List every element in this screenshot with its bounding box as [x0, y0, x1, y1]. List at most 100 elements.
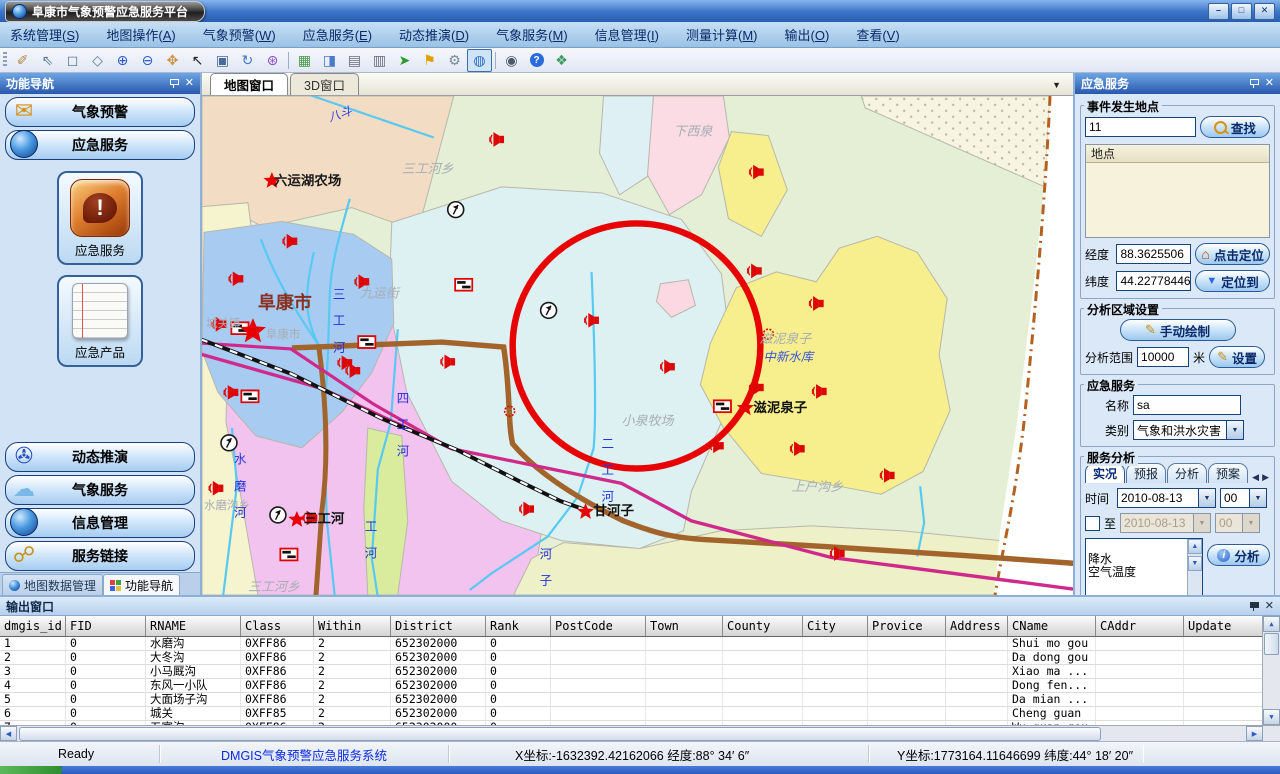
- column-header-FID[interactable]: FID: [66, 616, 146, 636]
- column-header-City[interactable]: City: [803, 616, 868, 636]
- menu-item-a[interactable]: 地图操作(A): [106, 25, 175, 44]
- nav-button-bottom-3[interactable]: ☍服务链接: [5, 541, 195, 571]
- tool-button-1[interactable]: 应急产品: [57, 275, 143, 367]
- pin-icon[interactable]: [1249, 602, 1258, 611]
- scroll-thumb[interactable]: [19, 727, 1101, 741]
- table-row[interactable]: 30小马厩沟0XFF8626523020000Xiao ma ...: [0, 665, 1262, 679]
- column-header-dmgis_id[interactable]: dmgis_id: [0, 616, 66, 636]
- location-search-input[interactable]: 11: [1085, 117, 1196, 137]
- table-header-row[interactable]: dmgis_idFIDRNAMEClassWithinDistrictRankP…: [0, 616, 1262, 637]
- measure-icon[interactable]: ✐: [10, 49, 35, 72]
- export-image-icon[interactable]: ◨: [317, 49, 342, 72]
- nav-button-0[interactable]: ✉气象预警: [5, 97, 195, 127]
- select-rect-icon[interactable]: ◻: [60, 49, 85, 72]
- type-select[interactable]: 气象和洪水灾害 ▼: [1133, 420, 1244, 440]
- table-row[interactable]: 60城关0XFF8526523020000Cheng guan: [0, 707, 1262, 721]
- scene-icon[interactable]: ❖: [549, 49, 574, 72]
- list-scrollbar[interactable]: ▲ ▼: [1187, 539, 1202, 595]
- menu-item-m[interactable]: 气象服务(M): [496, 25, 568, 44]
- menu-item-m[interactable]: 测量计算(M): [686, 25, 758, 44]
- left-tab-0[interactable]: 地图数据管理: [2, 574, 103, 595]
- column-header-District[interactable]: District: [391, 616, 486, 636]
- column-header-CAddr[interactable]: CAddr: [1096, 616, 1184, 636]
- map-tab-0[interactable]: 地图窗口: [210, 73, 288, 95]
- settings-icon[interactable]: ⚙: [442, 49, 467, 72]
- element-list[interactable]: 降水空气温度 ▲ ▼: [1085, 538, 1203, 595]
- analysis-tab-2[interactable]: 分析: [1167, 463, 1207, 483]
- map-icon[interactable]: ▦: [292, 49, 317, 72]
- pan-icon[interactable]: ✥: [160, 49, 185, 72]
- dropdown-arrow-icon[interactable]: ▼: [1249, 488, 1267, 508]
- start-button-fragment[interactable]: [0, 766, 62, 774]
- refresh-icon[interactable]: ↻: [235, 49, 260, 72]
- analysis-tab-0[interactable]: 实况: [1085, 463, 1125, 483]
- close-icon[interactable]: ✕: [1265, 79, 1274, 88]
- print-preview-icon[interactable]: ▥: [367, 49, 392, 72]
- dropdown-arrow-icon[interactable]: ▼: [1198, 488, 1216, 508]
- zoom-out-icon[interactable]: ⊖: [135, 49, 160, 72]
- column-header-Within[interactable]: Within: [314, 616, 391, 636]
- manual-draw-button[interactable]: ✎ 手动绘制: [1120, 319, 1236, 341]
- minimize-button[interactable]: –: [1208, 3, 1229, 20]
- column-header-Town[interactable]: Town: [646, 616, 723, 636]
- menu-item-e[interactable]: 应急服务(E): [303, 25, 372, 44]
- horizontal-scrollbar[interactable]: ◀ ▶: [0, 725, 1280, 741]
- nav-button-bottom-2[interactable]: 信息管理: [5, 508, 195, 538]
- column-header-CName[interactable]: CName: [1008, 616, 1096, 636]
- select-point-icon[interactable]: ⇖: [35, 49, 60, 72]
- hour-select[interactable]: 00 ▼: [1220, 488, 1267, 508]
- longitude-input[interactable]: 88.3625506: [1116, 244, 1191, 264]
- latitude-input[interactable]: 44.22778446: [1116, 271, 1191, 291]
- menu-item-o[interactable]: 输出(O): [785, 25, 830, 44]
- menu-item-i[interactable]: 信息管理(I): [595, 25, 659, 44]
- nav-button-bottom-0[interactable]: ✇动态推演: [5, 442, 195, 472]
- close-icon[interactable]: ✕: [185, 79, 194, 88]
- range-input[interactable]: 10000: [1137, 347, 1189, 367]
- nav-button-1[interactable]: 应急服务: [5, 130, 195, 160]
- table-row[interactable]: 50大面场子沟0XFF8626523020000Da mian ...: [0, 693, 1262, 707]
- menu-item-d[interactable]: 动态推演(D): [399, 25, 469, 44]
- table-row[interactable]: 10水磨沟0XFF8626523020000Shui mo gou: [0, 637, 1262, 651]
- zoom-in-icon[interactable]: ⊕: [110, 49, 135, 72]
- column-header-Rank[interactable]: Rank: [486, 616, 551, 636]
- pick-icon[interactable]: ➤: [392, 49, 417, 72]
- table-row[interactable]: 40东风一小队0XFF8626523020000Dong fen...: [0, 679, 1262, 693]
- column-header-County[interactable]: County: [723, 616, 803, 636]
- left-tab-1[interactable]: 功能导航: [103, 574, 180, 595]
- analysis-tab-1[interactable]: 预报: [1126, 463, 1166, 483]
- vertical-scrollbar[interactable]: ▲ ▼: [1262, 616, 1280, 725]
- analysis-tab-3[interactable]: 预案: [1208, 463, 1248, 483]
- to-checkbox[interactable]: [1085, 516, 1100, 531]
- set-button[interactable]: ✎ 设置: [1209, 346, 1265, 368]
- pin-icon[interactable]: ⚑: [417, 49, 442, 72]
- locate-to-button[interactable]: ▼ 定位到: [1195, 270, 1270, 292]
- date-select[interactable]: 2010-08-13 ▼: [1117, 488, 1216, 508]
- map-canvas[interactable]: 六运湖农场三工河乡下西泉九运街阜康市城关镇阜康市滋泥泉子中新水库小泉牧场上户沟乡…: [202, 96, 1073, 595]
- close-icon[interactable]: ✕: [1265, 602, 1274, 611]
- print-icon[interactable]: ▤: [342, 49, 367, 72]
- click-locate-button[interactable]: ⌂ 点击定位: [1195, 243, 1270, 265]
- zoom-layer-icon[interactable]: ⊛: [260, 49, 285, 72]
- restore-button[interactable]: □: [1231, 3, 1252, 20]
- dropdown-arrow-icon[interactable]: ▼: [1226, 420, 1244, 440]
- service-name-input[interactable]: sa: [1133, 395, 1241, 415]
- column-header-Address[interactable]: Address: [946, 616, 1008, 636]
- select-poly-icon[interactable]: ◇: [85, 49, 110, 72]
- eye-icon[interactable]: ◉: [499, 49, 524, 72]
- menu-item-v[interactable]: 查看(V): [856, 25, 899, 44]
- pin-icon[interactable]: [169, 79, 178, 88]
- nav-button-bottom-1[interactable]: ☁气象服务: [5, 475, 195, 505]
- scroll-thumb[interactable]: [1264, 633, 1279, 655]
- pin-icon[interactable]: [1249, 79, 1258, 88]
- column-header-Provice[interactable]: Provice: [868, 616, 946, 636]
- menu-item-w[interactable]: 气象预警(W): [203, 25, 276, 44]
- search-button[interactable]: 查找: [1200, 116, 1270, 138]
- toolbar-grip[interactable]: [3, 52, 7, 68]
- globe-icon[interactable]: ◍: [467, 49, 492, 72]
- column-header-PostCode[interactable]: PostCode: [551, 616, 646, 636]
- column-header-RNAME[interactable]: RNAME: [146, 616, 241, 636]
- menu-item-s[interactable]: 系统管理(S): [10, 25, 79, 44]
- close-button[interactable]: ✕: [1254, 3, 1275, 20]
- column-header-Class[interactable]: Class: [241, 616, 314, 636]
- column-header-Update[interactable]: Update: [1184, 616, 1262, 636]
